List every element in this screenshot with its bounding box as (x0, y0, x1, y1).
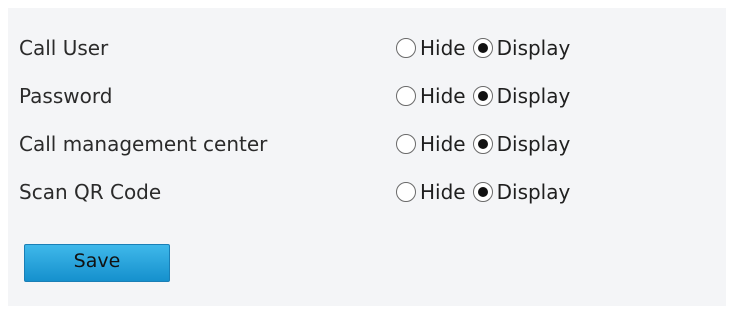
scan-qr-code-hide-label: Hide (420, 180, 466, 204)
call-user-display-label: Display (496, 36, 571, 60)
display-settings-panel: Call User Hide Display Password Hide Dis… (8, 8, 726, 306)
password-hide-radio[interactable] (396, 86, 416, 106)
setting-row-password: Password Hide Display (8, 72, 726, 120)
call-user-hide-option[interactable]: Hide (396, 36, 466, 60)
call-management-center-hide-option[interactable]: Hide (396, 132, 466, 156)
call-management-center-hide-label: Hide (420, 132, 466, 156)
call-user-hide-label: Hide (420, 36, 466, 60)
setting-row-scan-qr-code: Scan QR Code Hide Display (8, 168, 726, 216)
scan-qr-code-display-label: Display (496, 180, 571, 204)
save-button[interactable]: Save (24, 244, 170, 282)
call-management-center-hide-radio[interactable] (396, 134, 416, 154)
call-management-center-display-radio[interactable] (472, 134, 493, 154)
setting-row-call-management-center: Call management center Hide Display (8, 120, 726, 168)
password-display-label: Display (496, 84, 571, 108)
call-management-center-display-label: Display (496, 132, 571, 156)
scan-qr-code-display-option[interactable]: Display (472, 180, 571, 204)
setting-label-call-management-center: Call management center (19, 132, 268, 156)
radio-group-scan-qr-code: Hide Display (396, 180, 570, 204)
radio-group-password: Hide Display (396, 84, 570, 108)
password-display-option[interactable]: Display (472, 84, 571, 108)
scan-qr-code-hide-option[interactable]: Hide (396, 180, 466, 204)
setting-label-call-user: Call User (19, 36, 109, 60)
scan-qr-code-hide-radio[interactable] (396, 182, 416, 202)
scan-qr-code-display-radio[interactable] (472, 182, 493, 202)
password-hide-option[interactable]: Hide (396, 84, 466, 108)
call-management-center-display-option[interactable]: Display (472, 132, 571, 156)
setting-label-scan-qr-code: Scan QR Code (19, 180, 162, 204)
radio-group-call-management-center: Hide Display (396, 132, 570, 156)
call-user-hide-radio[interactable] (396, 38, 416, 58)
call-user-display-option[interactable]: Display (472, 36, 571, 60)
password-hide-label: Hide (420, 84, 466, 108)
radio-group-call-user: Hide Display (396, 36, 570, 60)
password-display-radio[interactable] (472, 86, 493, 106)
setting-label-password: Password (19, 84, 113, 108)
call-user-display-radio[interactable] (472, 38, 493, 58)
setting-row-call-user: Call User Hide Display (8, 24, 726, 72)
